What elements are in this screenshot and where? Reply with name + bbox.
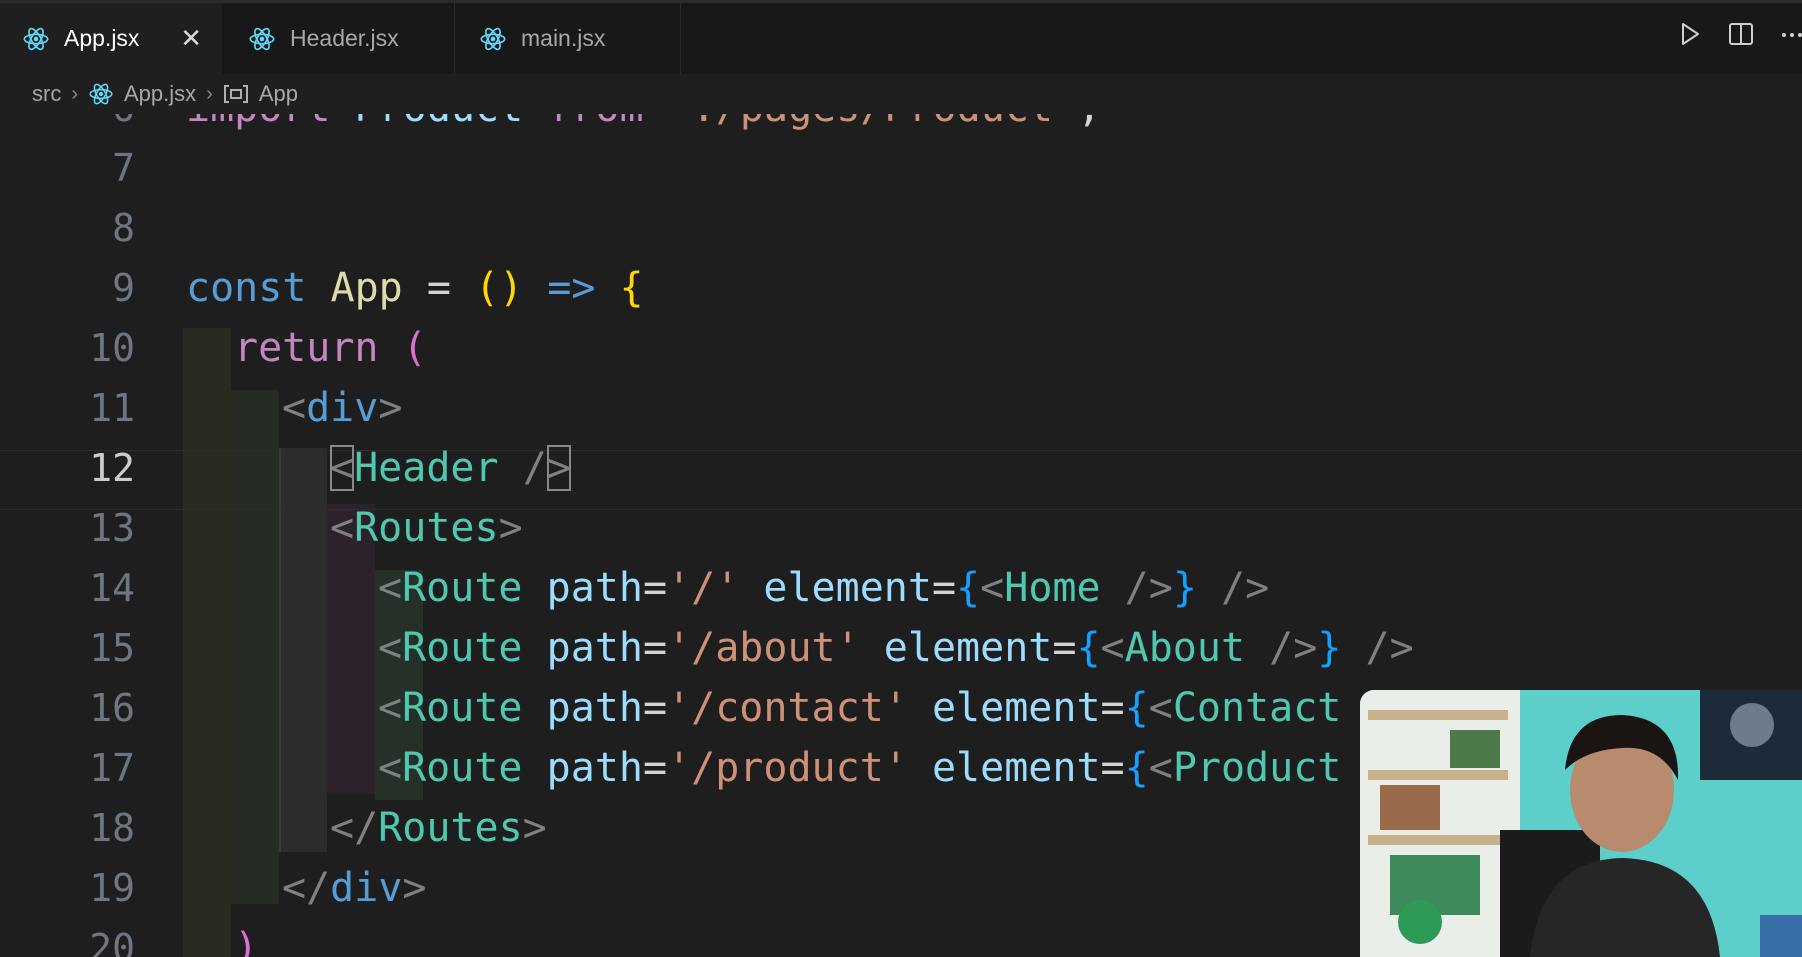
react-file-icon bbox=[23, 27, 49, 50]
line-number: 15 bbox=[89, 626, 135, 670]
breadcrumb-folder-label: src bbox=[32, 81, 62, 106]
tab-label: main.jsx bbox=[521, 25, 606, 51]
webcam-overlay bbox=[1360, 690, 1802, 957]
code-line: 15 <Route path='/about' element={<About /… bbox=[0, 618, 1802, 678]
editor-actions bbox=[1678, 21, 1802, 47]
webcam-image bbox=[1360, 690, 1802, 957]
code-line: 11 <div> bbox=[0, 378, 1802, 438]
breadcrumb-symbol[interactable]: App bbox=[223, 81, 298, 107]
line-number: 18 bbox=[89, 806, 135, 850]
breadcrumb-file-label: App.jsx bbox=[124, 81, 197, 106]
code-text: const App = () => { bbox=[186, 265, 644, 311]
run-icon[interactable] bbox=[1678, 21, 1702, 47]
code-text: <Route path='/contact' element={<Contact bbox=[378, 685, 1342, 731]
code-text: </div> bbox=[282, 865, 427, 911]
code-text: import Product from './pages/Product'; bbox=[186, 114, 1101, 138]
tab-divider bbox=[680, 3, 681, 74]
line-number: 20 bbox=[89, 926, 135, 957]
code-line: 14 <Route path='/' element={<Home />} /> bbox=[0, 558, 1802, 618]
line-number: 7 bbox=[112, 146, 135, 190]
code-text: </Routes> bbox=[330, 805, 547, 851]
code-line: 13 <Routes> bbox=[0, 498, 1802, 558]
line-number: 11 bbox=[89, 386, 135, 430]
chevron-right-icon: › bbox=[206, 82, 213, 105]
code-line: 8 bbox=[0, 198, 1802, 258]
symbol-variable-icon bbox=[223, 85, 248, 103]
code-line: 7 bbox=[0, 138, 1802, 198]
code-text: return ( bbox=[234, 325, 427, 371]
react-file-icon bbox=[89, 83, 113, 105]
line-number: 13 bbox=[89, 506, 135, 550]
more-actions-icon[interactable] bbox=[1780, 21, 1802, 47]
code-text: <Route path='/' element={<Home />} /> bbox=[378, 565, 1270, 611]
line-number: 17 bbox=[89, 746, 135, 790]
code-text: <Route path='/about' element={<About />}… bbox=[378, 625, 1414, 671]
code-line: 10 return ( bbox=[0, 318, 1802, 378]
line-number: 16 bbox=[89, 686, 135, 730]
line-number: 12 bbox=[89, 446, 135, 490]
breadcrumb-folder[interactable]: src bbox=[32, 81, 61, 107]
line-number: 10 bbox=[89, 326, 135, 370]
code-text: <div> bbox=[282, 385, 403, 431]
editor-tab-bar: App.jsx ✕ Header.jsx main.jsx bbox=[0, 0, 1802, 74]
tab-main-jsx[interactable]: main.jsx bbox=[455, 3, 680, 74]
line-number: 14 bbox=[89, 566, 135, 610]
split-editor-icon[interactable] bbox=[1728, 21, 1754, 47]
breadcrumb: src › App.jsx › App bbox=[0, 74, 1802, 114]
code-line: 12 <Header /> bbox=[0, 438, 1802, 498]
code-text: <Header /> bbox=[330, 445, 571, 491]
tab-app-jsx[interactable]: App.jsx ✕ bbox=[0, 3, 222, 74]
line-number: 9 bbox=[112, 266, 135, 310]
tab-label: Header.jsx bbox=[290, 25, 399, 51]
close-icon[interactable]: ✕ bbox=[180, 23, 202, 54]
line-number: 6 bbox=[0, 114, 135, 138]
line-number: 19 bbox=[89, 866, 135, 910]
breadcrumb-file[interactable]: App.jsx bbox=[88, 81, 196, 107]
code-text: <Routes> bbox=[330, 505, 523, 551]
chevron-right-icon: › bbox=[71, 82, 78, 105]
code-line: 6 import Product from './pages/Product'; bbox=[0, 114, 1802, 138]
tab-label: App.jsx bbox=[64, 25, 140, 51]
line-number: 8 bbox=[112, 206, 135, 250]
breadcrumb-symbol-label: App bbox=[258, 81, 298, 106]
react-file-icon bbox=[480, 27, 506, 50]
tab-header-jsx[interactable]: Header.jsx bbox=[222, 3, 454, 74]
react-file-icon bbox=[249, 27, 275, 50]
code-text: <Route path='/product' element={<Product bbox=[378, 745, 1342, 791]
code-text: ) bbox=[234, 925, 259, 957]
code-line: 9 const App = () => { bbox=[0, 258, 1802, 318]
